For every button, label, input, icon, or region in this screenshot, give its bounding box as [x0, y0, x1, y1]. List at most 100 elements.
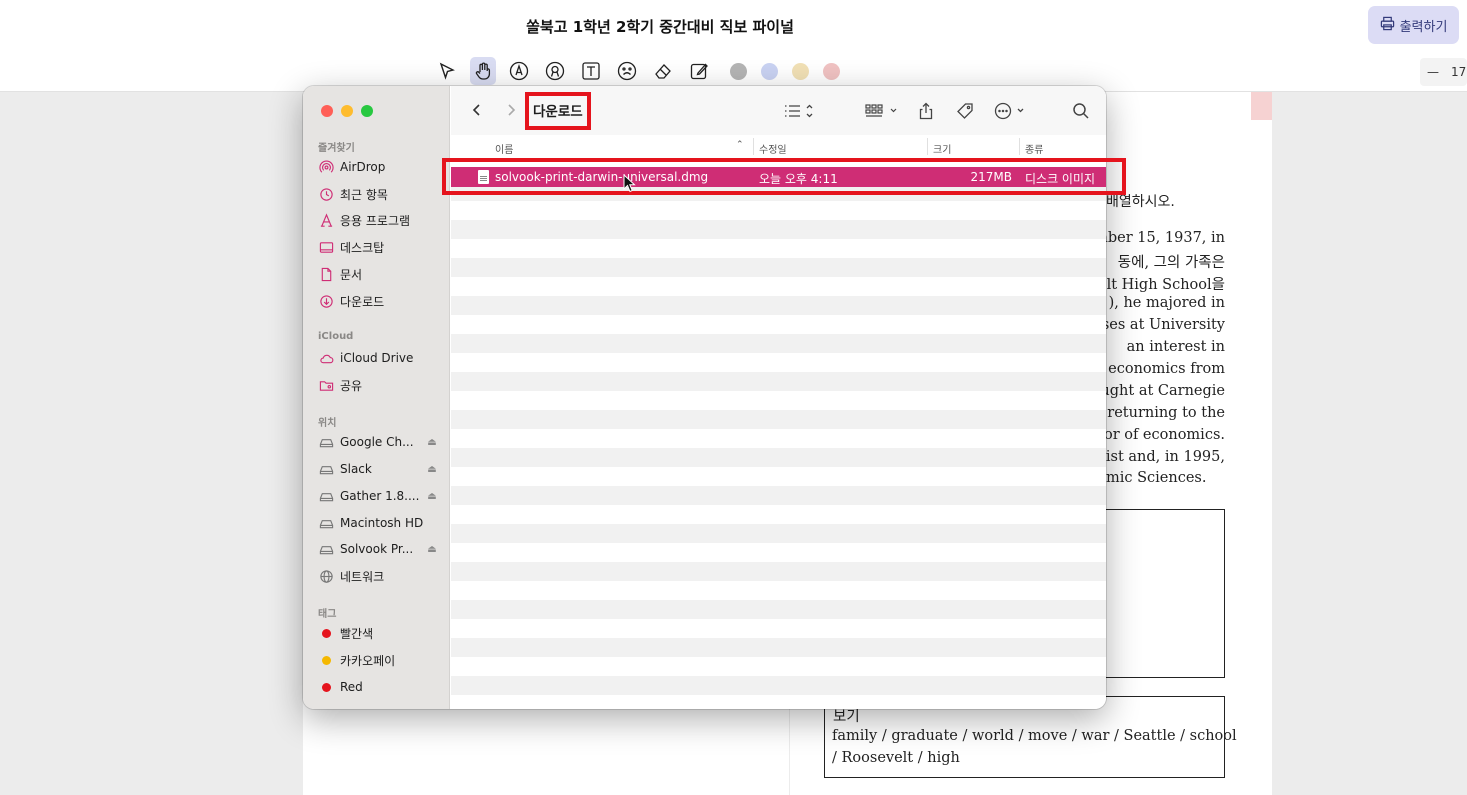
empty-row [451, 372, 1106, 391]
sidebar-item-shared[interactable]: 공유 [318, 374, 446, 396]
word-bank-line: / Roosevelt / high [832, 750, 960, 766]
sidebar-item-airdrop[interactable]: AirDrop [318, 156, 446, 178]
sidebar-item-label: Red [340, 680, 363, 694]
empty-row [451, 391, 1106, 410]
page-text-line: aught at Carnegie [1091, 383, 1225, 399]
select-arrow-tool[interactable] [434, 57, 460, 85]
empty-row [451, 220, 1106, 239]
sidebar-item-network[interactable]: 네트워크 [318, 565, 446, 587]
tag-dot-icon [322, 655, 331, 665]
column-modified[interactable]: 수정일 [759, 141, 787, 156]
view-mode-button[interactable] [784, 99, 814, 123]
applications-icon [318, 212, 334, 228]
list-view-icon [785, 104, 813, 118]
share-icon [919, 102, 933, 120]
back-button[interactable] [466, 99, 488, 121]
empty-row [451, 505, 1106, 524]
ellipsis-circle-icon [994, 102, 1024, 120]
chevron-right-icon [508, 104, 516, 116]
highlight-mark [1251, 92, 1272, 120]
globe-icon [318, 568, 334, 584]
finder-sidebar: 즐겨찾기 AirDrop 최근 항목 응용 프로그램 데스크탑 문서 다운로드 … [303, 86, 450, 709]
sidebar-item-documents[interactable]: 문서 [318, 263, 446, 285]
sidebar-tag-red-kr[interactable]: 빨간색 [318, 622, 446, 644]
hand-tool[interactable] [470, 57, 496, 85]
page-text-line: n economics from [1094, 361, 1225, 377]
tag-dot-icon [322, 628, 331, 638]
sidebar-item-label: 데스크탑 [340, 240, 385, 255]
empty-row [451, 277, 1106, 296]
more-actions-button[interactable] [994, 99, 1028, 123]
page-text-line: elt High School을 [1098, 277, 1225, 293]
empty-row [451, 524, 1106, 543]
zoom-control[interactable]: — 17 [1420, 58, 1467, 86]
column-name[interactable]: 이름 [495, 141, 513, 156]
eject-icon[interactable]: ⏏ [426, 544, 438, 555]
sidebar-item-gather[interactable]: Gather 1.8.... ⏏ [318, 485, 446, 507]
highlighter-tool[interactable] [542, 57, 568, 85]
empty-row [451, 410, 1106, 429]
sidebar-item-icloud-drive[interactable]: iCloud Drive [318, 347, 446, 369]
sidebar-tag-kakaopay[interactable]: 카카오페이 [318, 649, 446, 671]
cloud-icon [318, 350, 334, 366]
file-name: solvook-print-darwin-universal.dmg [495, 170, 709, 184]
color-swatch-blue[interactable] [761, 62, 778, 80]
close-window-button[interactable] [321, 105, 333, 117]
dmg-file-icon [478, 170, 489, 184]
sidebar-item-applications[interactable]: 응용 프로그램 [318, 209, 446, 231]
group-button[interactable] [865, 99, 899, 123]
sidebar-item-label: Google Ch... [340, 435, 414, 449]
printer-icon [1380, 16, 1395, 35]
sidebar-item-label: 응용 프로그램 [340, 213, 411, 228]
page-text-line: mic Sciences. [1106, 470, 1207, 486]
empty-row [451, 486, 1106, 505]
sidebar-item-recents[interactable]: 최근 항목 [318, 183, 446, 205]
sidebar-item-downloads[interactable]: 다운로드 [318, 290, 446, 312]
share-button[interactable] [917, 99, 935, 123]
color-swatch-pink[interactable] [823, 62, 840, 80]
zoom-window-button[interactable] [361, 105, 373, 117]
sticker-tool[interactable] [614, 57, 640, 85]
color-swatch-gray[interactable] [730, 62, 747, 80]
eject-icon[interactable]: ⏏ [426, 464, 438, 475]
sidebar-item-slack[interactable]: Slack ⏏ [318, 458, 446, 480]
pen-tool[interactable] [506, 57, 532, 85]
color-swatch-yellow[interactable] [792, 62, 809, 80]
eraser-tool[interactable] [650, 57, 676, 85]
sidebar-item-solvook[interactable]: Solvook Pr... ⏏ [318, 538, 446, 560]
search-button[interactable] [1072, 99, 1090, 123]
disk-icon [318, 488, 334, 504]
disk-icon [318, 461, 334, 477]
column-size[interactable]: 크기 [933, 141, 951, 156]
sidebar-tag-red[interactable]: Red [318, 676, 446, 698]
text-tool[interactable] [578, 57, 604, 85]
print-label: 출력하기 [1399, 19, 1448, 35]
sort-chevron-up-icon: ⌃ [736, 140, 744, 150]
zoom-out-button[interactable]: — [1427, 65, 1439, 79]
zoom-value: 17 [1451, 65, 1467, 79]
sidebar-item-macintosh-hd[interactable]: Macintosh HD [318, 512, 446, 534]
disk-icon [318, 515, 334, 531]
minimize-window-button[interactable] [341, 105, 353, 117]
empty-row [451, 315, 1106, 334]
mouse-cursor-icon [623, 174, 636, 193]
eject-icon[interactable]: ⏏ [426, 437, 438, 448]
sidebar-item-google-chrome[interactable]: Google Ch... ⏏ [318, 431, 446, 453]
tag-button[interactable] [956, 99, 974, 123]
sidebar-item-label: Gather 1.8.... [340, 489, 420, 503]
page-text-line: ssor of economics. [1089, 427, 1225, 443]
print-button[interactable]: 출력하기 [1368, 6, 1459, 44]
column-kind[interactable]: 종류 [1025, 141, 1043, 156]
search-icon [1073, 103, 1089, 119]
sidebar-item-label: 다운로드 [340, 294, 385, 309]
page-text-line: ), he majored in [1108, 295, 1225, 311]
sidebar-item-desktop[interactable]: 데스크탑 [318, 236, 446, 258]
file-row-selected[interactable]: solvook-print-darwin-universal.dmg 오늘 오후… [451, 167, 1106, 187]
forward-button[interactable] [500, 99, 522, 121]
empty-row [451, 467, 1106, 486]
eject-icon[interactable]: ⏏ [426, 491, 438, 502]
edit-tool[interactable] [686, 57, 712, 85]
file-kind: 디스크 이미지 [1025, 172, 1096, 186]
sidebar-item-label: 네트워크 [340, 569, 385, 584]
folder-title: 다운로드 [533, 104, 583, 120]
